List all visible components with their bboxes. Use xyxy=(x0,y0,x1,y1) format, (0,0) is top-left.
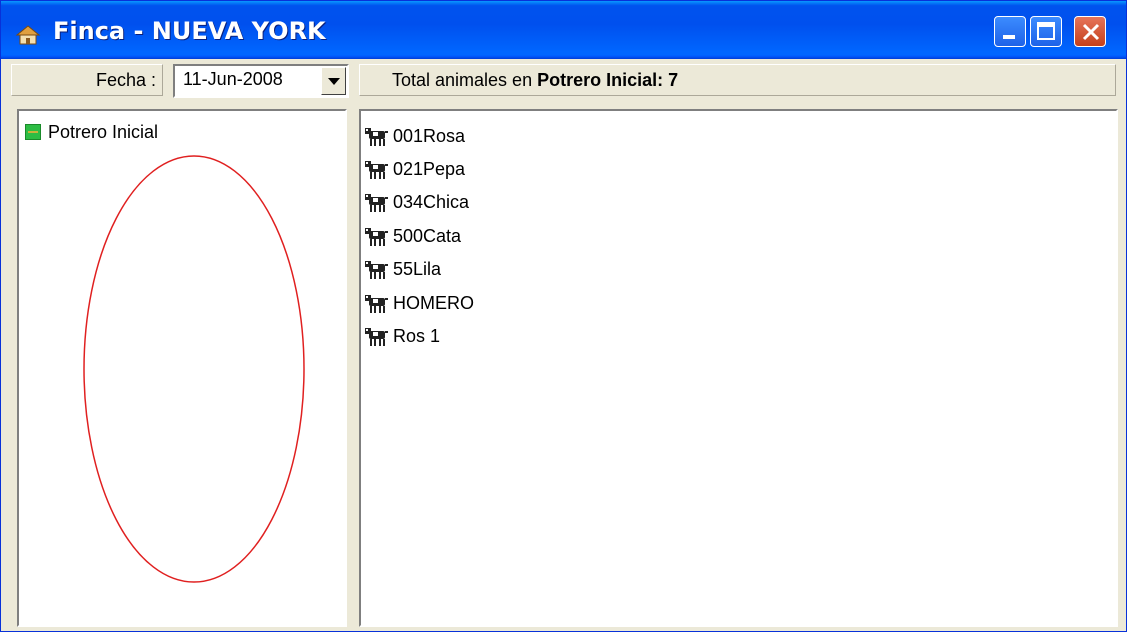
list-item[interactable]: 021Pepa xyxy=(363,152,474,185)
minimize-button[interactable] xyxy=(994,16,1026,47)
cow-icon xyxy=(365,127,388,146)
toolbar: Fecha : 11-Jun-2008 Total animales en Po… xyxy=(11,61,1116,101)
cow-icon xyxy=(365,261,388,280)
house-icon[interactable] xyxy=(15,24,41,46)
maximize-button[interactable] xyxy=(1030,16,1062,47)
list-item[interactable]: HOMERO xyxy=(363,286,474,319)
animal-name: HOMERO xyxy=(393,292,474,313)
paddock-tree[interactable]: Potrero Inicial xyxy=(17,109,347,627)
window-title: Finca - NUEVA YORK xyxy=(53,17,326,45)
close-icon xyxy=(1082,23,1100,41)
cow-icon xyxy=(365,328,388,347)
animal-list-pane[interactable]: 001Rosa 021Pepa 034Chica 500Cata 55Lila HOMER… xyxy=(359,109,1118,627)
list-item[interactable]: 034Chica xyxy=(363,186,474,219)
tree-item-label: Potrero Inicial xyxy=(48,122,159,142)
total-animals-status: Total animales en Potrero Inicial: 7 xyxy=(359,64,1116,96)
maximize-icon xyxy=(1037,22,1055,40)
cow-icon xyxy=(365,161,388,180)
list-item[interactable]: 55Lila xyxy=(363,253,474,286)
paddock-icon xyxy=(25,124,41,140)
total-value: Potrero Inicial: 7 xyxy=(537,70,679,90)
cow-icon xyxy=(365,294,388,313)
red-ellipse-annotation xyxy=(83,155,305,583)
date-dropdown-button[interactable] xyxy=(321,67,346,95)
animal-name: Ros 1 xyxy=(393,326,441,347)
date-picker[interactable]: 11-Jun-2008 xyxy=(173,64,349,98)
animal-name: 034Chica xyxy=(393,192,470,213)
animal-name: 001Rosa xyxy=(393,125,466,146)
chevron-down-icon xyxy=(328,78,340,85)
minimize-icon xyxy=(1003,35,1015,39)
title-bar[interactable]: Finca - NUEVA YORK xyxy=(1,1,1126,59)
list-item[interactable]: Ros 1 xyxy=(363,319,474,352)
animal-name: 021Pepa xyxy=(393,159,466,180)
finca-window: Finca - NUEVA YORK Fecha : 11-Jun-2008 T… xyxy=(0,0,1127,632)
list-item[interactable]: 500Cata xyxy=(363,219,474,252)
animal-list: 001Rosa 021Pepa 034Chica 500Cata 55Lila HOMER… xyxy=(363,119,474,353)
list-item[interactable]: 001Rosa xyxy=(363,119,474,152)
date-value: 11-Jun-2008 xyxy=(183,69,283,89)
animal-name: 55Lila xyxy=(393,259,442,280)
tree-item-potrero-inicial[interactable]: Potrero Inicial xyxy=(25,121,158,143)
date-label: Fecha : xyxy=(95,70,156,90)
date-label-box: Fecha : xyxy=(11,64,163,96)
close-button[interactable] xyxy=(1074,16,1106,47)
animal-name: 500Cata xyxy=(393,225,462,246)
cow-icon xyxy=(365,194,388,213)
total-prefix: Total animales en xyxy=(392,70,538,90)
cow-icon xyxy=(365,227,388,246)
